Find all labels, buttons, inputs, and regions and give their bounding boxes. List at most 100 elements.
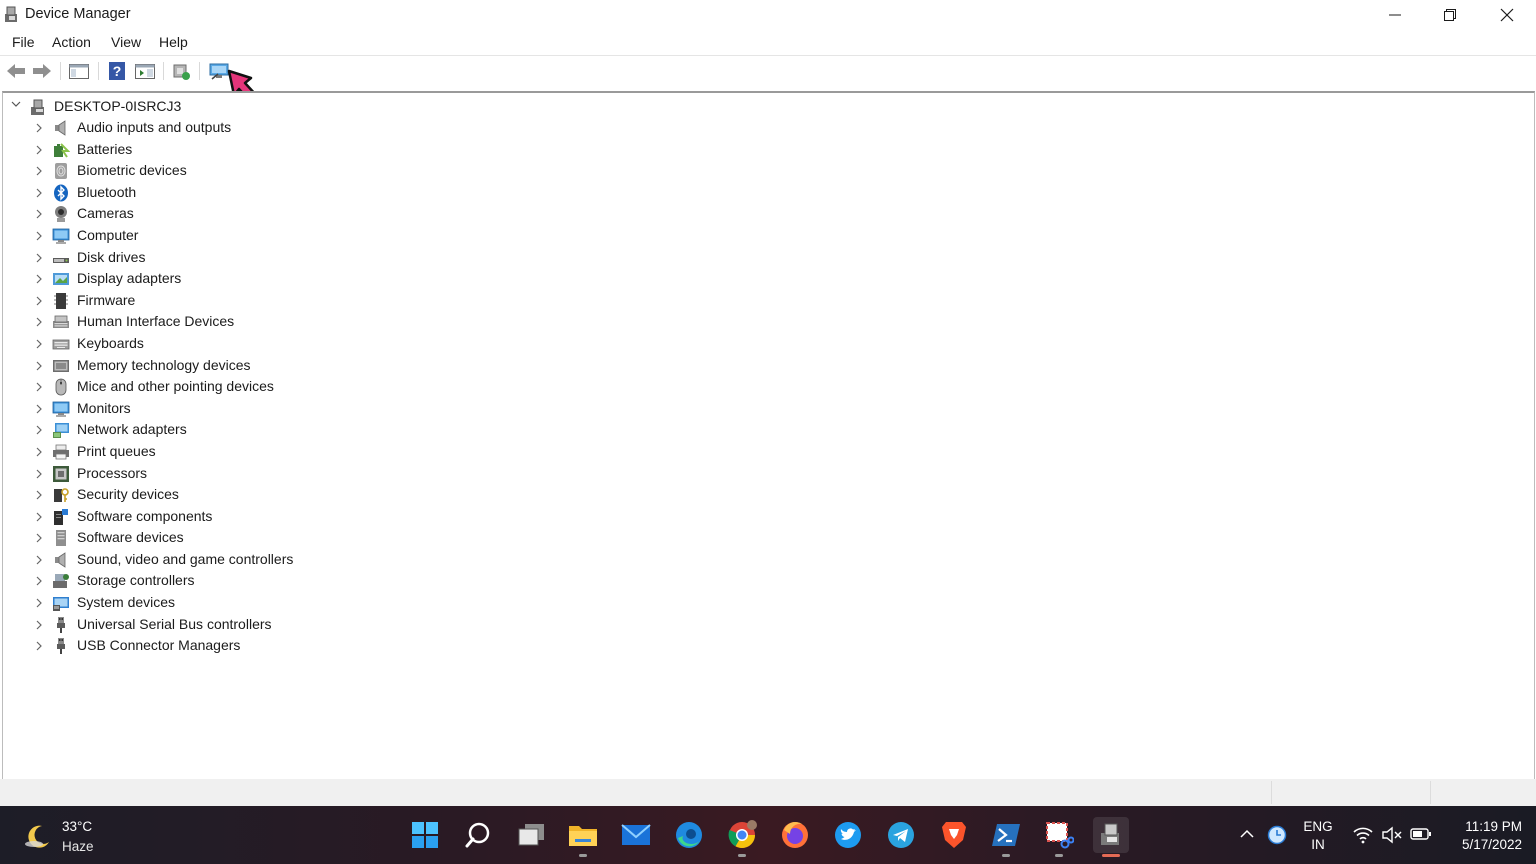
- file-explorer-button[interactable]: [565, 817, 601, 857]
- tree-item[interactable]: Bluetooth: [3, 182, 403, 204]
- tree-item[interactable]: Security devices: [3, 484, 403, 506]
- volume-muted-icon[interactable]: [1381, 826, 1403, 844]
- close-button[interactable]: [1479, 0, 1535, 30]
- tree-root[interactable]: DESKTOP-0ISRCJ3: [3, 95, 403, 117]
- minimize-button[interactable]: [1367, 0, 1423, 30]
- device-manager-taskbar-button[interactable]: [1093, 817, 1129, 857]
- chevron-right-icon[interactable]: [35, 598, 43, 608]
- toolbar-separator: [199, 62, 200, 80]
- tree-item[interactable]: Software components: [3, 506, 403, 528]
- telegram-button[interactable]: [883, 817, 919, 853]
- chrome-button[interactable]: [724, 817, 760, 857]
- chevron-right-icon[interactable]: [35, 576, 43, 586]
- chevron-right-icon[interactable]: [35, 361, 43, 371]
- tree-item[interactable]: Cameras: [3, 203, 403, 225]
- tree-item[interactable]: Print queues: [3, 441, 403, 463]
- chevron-right-icon[interactable]: [35, 145, 43, 155]
- weather-condition[interactable]: Haze: [62, 839, 94, 854]
- show-hide-console-tree-icon[interactable]: [68, 61, 90, 81]
- show-action-pane-icon[interactable]: [134, 61, 156, 81]
- tree-item[interactable]: Disk drives: [3, 247, 403, 269]
- back-arrow-icon[interactable]: [5, 61, 27, 81]
- chevron-right-icon[interactable]: [35, 166, 43, 176]
- restore-button[interactable]: [1422, 0, 1478, 30]
- chevron-right-icon[interactable]: [35, 382, 43, 392]
- clock-icon[interactable]: [1267, 825, 1287, 845]
- tree-item[interactable]: Computer: [3, 225, 403, 247]
- weather-temperature[interactable]: 33°C: [62, 819, 92, 834]
- tree-root-label: DESKTOP-0ISRCJ3: [54, 98, 182, 114]
- chevron-right-icon[interactable]: [35, 425, 43, 435]
- language-indicator[interactable]: ENG: [1300, 819, 1336, 834]
- chevron-right-icon[interactable]: [35, 253, 43, 263]
- task-view-button[interactable]: [513, 817, 549, 853]
- running-indicator: [579, 854, 587, 857]
- moon-icon[interactable]: [24, 823, 52, 849]
- chevron-right-icon[interactable]: [35, 274, 43, 284]
- help-icon[interactable]: ?: [106, 61, 128, 81]
- tree-item[interactable]: Monitors: [3, 398, 403, 420]
- mail-button[interactable]: [618, 817, 654, 853]
- menu-file[interactable]: File: [12, 34, 35, 50]
- battery-icon[interactable]: [1410, 827, 1432, 841]
- tree-item[interactable]: Firmware: [3, 290, 403, 312]
- chevron-down-icon[interactable]: [11, 100, 21, 108]
- tree-item[interactable]: Memory technology devices: [3, 355, 403, 377]
- update-driver-icon[interactable]: [170, 61, 192, 81]
- chevron-right-icon[interactable]: [35, 317, 43, 327]
- chevron-right-icon[interactable]: [35, 555, 43, 565]
- chevron-right-icon[interactable]: [35, 490, 43, 500]
- tree-item[interactable]: Network adapters: [3, 419, 403, 441]
- chevron-right-icon[interactable]: [35, 209, 43, 219]
- tree-item[interactable]: System devices: [3, 592, 403, 614]
- device-manager-icon: [1101, 823, 1119, 845]
- search-button[interactable]: [460, 817, 496, 853]
- tree-item[interactable]: Sound, video and game controllers: [3, 549, 403, 571]
- brave-button[interactable]: [936, 817, 972, 853]
- toolbar-separator: [60, 62, 61, 80]
- chevron-right-icon[interactable]: [35, 231, 43, 241]
- tree-item[interactable]: Human Interface Devices: [3, 311, 403, 333]
- chevron-right-icon[interactable]: [35, 404, 43, 414]
- twitter-button[interactable]: [830, 817, 866, 853]
- start-button[interactable]: [407, 817, 443, 853]
- snipping-tool-button[interactable]: [1041, 817, 1077, 857]
- menu-help[interactable]: Help: [159, 34, 188, 50]
- tree-item[interactable]: Batteries: [3, 139, 403, 161]
- tree-item[interactable]: Storage controllers: [3, 570, 403, 592]
- chevron-right-icon[interactable]: [35, 339, 43, 349]
- chevron-right-icon[interactable]: [35, 641, 43, 651]
- tree-item[interactable]: Universal Serial Bus controllers: [3, 614, 403, 636]
- tree-item[interactable]: Biometric devices: [3, 160, 403, 182]
- chevron-right-icon[interactable]: [35, 123, 43, 133]
- chevron-right-icon[interactable]: [35, 620, 43, 630]
- tree-item[interactable]: Keyboards: [3, 333, 403, 355]
- chevron-right-icon[interactable]: [35, 447, 43, 457]
- powershell-button[interactable]: [988, 817, 1024, 857]
- firefox-button[interactable]: [777, 817, 813, 853]
- chevron-right-icon[interactable]: [35, 188, 43, 198]
- tree-item[interactable]: Processors: [3, 463, 403, 485]
- tree-item[interactable]: Display adapters: [3, 268, 403, 290]
- menu-view[interactable]: View: [111, 34, 141, 50]
- tree-item[interactable]: Audio inputs and outputs: [3, 117, 403, 139]
- chevron-right-icon[interactable]: [35, 512, 43, 522]
- chevron-right-icon[interactable]: [35, 469, 43, 479]
- clock-time[interactable]: 11:19 PM: [1442, 819, 1522, 834]
- tree-item[interactable]: USB Connector Managers: [3, 635, 403, 657]
- usb-icon: [57, 638, 65, 655]
- tree-item-label: Disk drives: [77, 248, 146, 265]
- wifi-icon[interactable]: [1352, 826, 1374, 844]
- tree-item[interactable]: Software devices: [3, 527, 403, 549]
- toolbar-separator: [98, 62, 99, 80]
- language-region[interactable]: IN: [1300, 837, 1336, 852]
- menu-action[interactable]: Action: [52, 34, 91, 50]
- tree-item[interactable]: Mice and other pointing devices: [3, 376, 403, 398]
- chevron-right-icon[interactable]: [35, 296, 43, 306]
- clock-date[interactable]: 5/17/2022: [1436, 837, 1522, 852]
- edge-button[interactable]: [671, 817, 707, 853]
- forward-arrow-icon[interactable]: [31, 61, 53, 81]
- chevron-right-icon[interactable]: [35, 533, 43, 543]
- monitor-icon: [52, 228, 70, 244]
- chevron-up-icon[interactable]: [1239, 828, 1255, 840]
